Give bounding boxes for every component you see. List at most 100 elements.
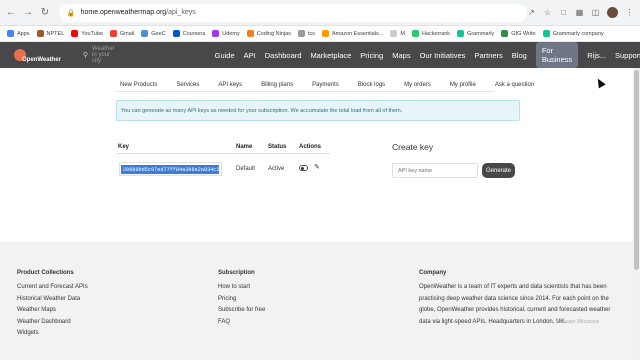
star-icon[interactable]: ☆ (543, 8, 552, 17)
browser-toolbar: ← → ↻ 🔒 home.openweathermap.org/api_keys… (0, 0, 640, 26)
nav-item-maps[interactable]: Maps (392, 51, 410, 60)
sidebar-icon[interactable]: ◫ (591, 8, 600, 17)
bookmark-favicon-icon (36, 30, 44, 37)
footer-subscription-column: Subscription How to start Pricing Subscrib… (218, 270, 265, 328)
bookmark-item[interactable]: Apps (7, 30, 30, 37)
bookmark-item[interactable]: Grammarly (457, 30, 494, 37)
nav-item-api[interactable]: API (244, 51, 256, 60)
bookmark-label: NPTEL (46, 30, 65, 37)
bookmark-item[interactable]: M (390, 30, 405, 37)
footer-product-link[interactable]: Weather Dashboard (17, 317, 88, 329)
bookmark-item[interactable]: GfG Write (501, 30, 536, 37)
bookmark-label: M (400, 30, 405, 37)
footer-product-link[interactable]: Historical Weather Data (17, 294, 88, 306)
nav-item-marketplace[interactable]: Marketplace (310, 51, 351, 60)
key-name: Default (236, 166, 256, 172)
api-key-name-input[interactable]: API key name (392, 163, 478, 178)
search-box[interactable]: ⚲ Weather in your city (83, 46, 115, 64)
bookmark-label: Amazon Essentials... (331, 30, 384, 37)
key-status: Active (268, 166, 285, 172)
col-header-actions: Actions (299, 144, 322, 150)
col-header-status: Status (268, 144, 287, 150)
footer-company-title: Company (419, 270, 447, 276)
bookmark-item[interactable]: Grammarly company (542, 30, 604, 37)
bookmark-item[interactable]: GeeC (141, 30, 166, 37)
bookmark-favicon-icon (501, 30, 509, 37)
nav-item-guide[interactable]: Guide (215, 51, 235, 60)
bookmark-label: Hackerrank (421, 30, 451, 37)
bookmark-label: Grammarly (467, 30, 495, 37)
bookmark-label: YouTube (81, 30, 103, 37)
bookmark-favicon-icon (297, 30, 305, 37)
edit-icon[interactable]: ✎ (314, 163, 320, 171)
bookmark-favicon-icon (321, 30, 329, 37)
footer-product-link[interactable]: Weather Maps (17, 305, 88, 317)
bookmark-favicon-icon (542, 30, 550, 37)
profile-avatar[interactable] (607, 7, 618, 18)
footer-subscription-link[interactable]: FAQ (218, 317, 265, 329)
info-banner: You can generate as many API keys as nee… (116, 100, 520, 121)
tabs-divider (116, 91, 494, 92)
bookmark-label: Gmail (119, 30, 135, 37)
bookmark-favicon-icon (172, 30, 180, 37)
create-key-title: Create key (392, 142, 434, 152)
bookmark-favicon-icon (411, 30, 419, 37)
footer-subscription-link[interactable]: How to start (218, 282, 265, 294)
address-bar[interactable]: 🔒 home.openweathermap.org/api_keys (58, 3, 527, 22)
search-icon: ⚲ (82, 52, 89, 59)
nav-item-blog[interactable]: Blog (512, 51, 527, 60)
bookmark-item[interactable]: Amazon Essentials... (321, 30, 384, 37)
site-header: OpenWeather ⚲ Weather in your city Guide… (0, 42, 640, 68)
bookmark-item[interactable]: Udemy (212, 30, 240, 37)
bookmark-item[interactable]: Coding Ninjas (246, 30, 291, 37)
nav-item-partners[interactable]: Partners (474, 51, 502, 60)
bookmark-label: GeeC (151, 30, 166, 37)
footer-subscription-link[interactable]: Subscribe for free (218, 305, 265, 317)
for-business-button[interactable]: For Business (535, 42, 579, 68)
footer-subscription-link[interactable]: Pricing (218, 294, 265, 306)
forward-icon[interactable]: → (22, 7, 34, 19)
reload-icon[interactable]: ↻ (39, 7, 51, 19)
url-path: /api_keys (166, 9, 196, 16)
support-menu[interactable]: Support (615, 51, 640, 60)
tab-ask-a-question[interactable]: Ask a question (495, 82, 534, 92)
generate-button[interactable]: Generate (482, 163, 515, 178)
bookmark-favicon-icon (246, 30, 254, 37)
bookmark-item[interactable]: Coursera (172, 30, 206, 37)
api-key-value[interactable]: 20980bd5c97ed77ff84a396e2a034c2 (121, 165, 219, 174)
bookmark-label: Apps (17, 30, 30, 37)
bookmark-label: GfG Write (511, 30, 536, 37)
bookmark-item[interactable]: NPTEL (36, 30, 65, 37)
table-header-divider (116, 153, 330, 154)
footer-product-link[interactable]: Current and Forecast APIs (17, 282, 88, 294)
toggle-status-icon[interactable] (299, 165, 308, 171)
nav-item-dashboard[interactable]: Dashboard (265, 51, 302, 60)
nav-item-pricing[interactable]: Pricing (360, 51, 383, 60)
user-menu[interactable]: Rijs... (587, 51, 606, 60)
bookmark-favicon-icon (109, 30, 117, 37)
mouse-cursor-icon (594, 76, 606, 89)
openweather-logo[interactable]: OpenWeather (14, 47, 61, 63)
back-icon[interactable]: ← (5, 7, 17, 19)
api-key-name-placeholder: API key name (398, 167, 433, 174)
bookmark-favicon-icon (212, 30, 220, 37)
col-header-name: Name (236, 144, 253, 150)
bookmark-item[interactable]: YouTube (71, 30, 103, 37)
puzzle-icon[interactable]: ▦ (575, 8, 584, 17)
bookmark-favicon-icon (7, 30, 14, 37)
bookmark-label: Udemy (222, 30, 240, 37)
bookmark-favicon-icon (71, 30, 79, 37)
scrollbar-thumb[interactable] (634, 70, 639, 270)
menu-icon[interactable]: ⋮ (625, 8, 634, 17)
bookmark-item[interactable]: tcs (297, 30, 315, 37)
extensions-icon[interactable]: □ (559, 8, 568, 17)
bookmarks-bar: Apps NPTEL YouTube Gmail GeeC Coursera Udemy Co… (0, 26, 640, 42)
nav-item-our-initiatives[interactable]: Our Initiatives (420, 51, 466, 60)
bookmark-item[interactable]: Hackerrank (411, 30, 451, 37)
windows-watermark: Activate Windows (556, 319, 600, 325)
main-nav: Guide API Dashboard Marketplace Pricing Maps O… (215, 42, 640, 68)
bookmark-item[interactable]: Gmail (109, 30, 135, 37)
footer-product-link[interactable]: Widgets (17, 328, 88, 340)
share-icon[interactable]: ↗ (527, 8, 536, 17)
bookmark-label: Coursera (182, 30, 206, 37)
